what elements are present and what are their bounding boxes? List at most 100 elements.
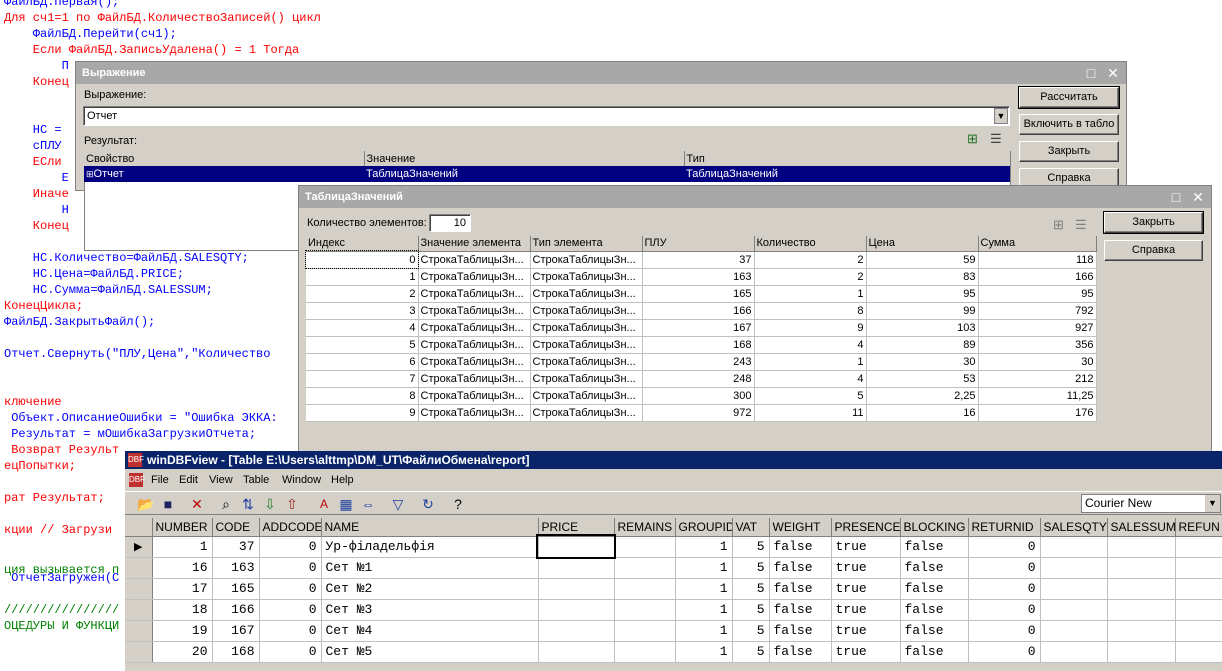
- table-cell[interactable]: [1175, 557, 1222, 579]
- table-cell[interactable]: 166: [212, 599, 260, 621]
- table-cell[interactable]: false: [900, 536, 969, 558]
- menu-help[interactable]: Help: [331, 471, 354, 489]
- table-cell[interactable]: 0: [968, 578, 1041, 600]
- close-icon[interactable]: ✕: [1106, 66, 1120, 80]
- column-header[interactable]: Количество: [754, 236, 867, 252]
- table-cell[interactable]: [1107, 578, 1176, 600]
- table-cell[interactable]: false: [900, 557, 969, 579]
- table-cell[interactable]: 0: [968, 620, 1041, 642]
- table-cell[interactable]: [538, 578, 615, 600]
- table-cell[interactable]: Сет №3: [321, 599, 539, 621]
- close-icon[interactable]: ✕: [1191, 190, 1205, 204]
- table-cell[interactable]: [538, 620, 615, 642]
- column-header[interactable]: SALESSUM: [1107, 518, 1176, 537]
- menu-edit[interactable]: Edit: [179, 471, 198, 489]
- table-cell[interactable]: [536, 534, 616, 559]
- table-cell[interactable]: 0: [259, 578, 322, 600]
- column-header[interactable]: CODE: [212, 518, 260, 537]
- table-row[interactable]: ⊞Отчет ТаблицаЗначений ТаблицаЗначений: [84, 166, 1010, 182]
- table-cell[interactable]: 168: [212, 641, 260, 663]
- column-header[interactable]: PRICE: [538, 518, 615, 537]
- table-cell[interactable]: [1040, 536, 1108, 558]
- font-icon[interactable]: A: [315, 495, 333, 513]
- table-cell[interactable]: 1: [675, 536, 733, 558]
- table-cell[interactable]: 5: [732, 557, 770, 579]
- menu-view[interactable]: View: [209, 471, 233, 489]
- column-header[interactable]: VAT: [732, 518, 770, 537]
- table-cell[interactable]: true: [831, 557, 901, 579]
- table-row[interactable]: 6 СтрокаТаблицыЗн... СтрокаТаблицыЗн... 243…: [306, 353, 1097, 371]
- column-header[interactable]: REFUN: [1175, 518, 1222, 537]
- table-cell[interactable]: [1040, 578, 1108, 600]
- table-cell[interactable]: [1107, 599, 1176, 621]
- chevron-down-icon[interactable]: ▼: [994, 108, 1008, 124]
- table-cell[interactable]: [538, 557, 615, 579]
- row-indicator[interactable]: [125, 641, 153, 663]
- table-cell[interactable]: 19: [152, 620, 213, 642]
- sort-icon[interactable]: ⇅: [239, 495, 257, 513]
- table-row[interactable]: 9 СтрокаТаблицыЗн... СтрокаТаблицыЗн... 972…: [306, 404, 1097, 422]
- table-cell[interactable]: 0: [259, 557, 322, 579]
- column-header[interactable]: Сумма: [978, 236, 1097, 252]
- help-icon[interactable]: ?: [449, 495, 467, 513]
- table-row[interactable]: 18 166 0 Сет №3 1 5 false true false 0: [125, 599, 1222, 621]
- table-cell[interactable]: false: [900, 599, 969, 621]
- list-view-icon[interactable]: ☰: [990, 131, 1006, 147]
- table-cell[interactable]: [614, 620, 676, 642]
- column-header[interactable]: NAME: [321, 518, 539, 537]
- column-header[interactable]: Свойство: [84, 151, 365, 166]
- row-indicator[interactable]: [125, 557, 153, 579]
- table-row[interactable]: 1 СтрокаТаблицыЗн... СтрокаТаблицыЗн... 163…: [306, 268, 1097, 286]
- table-cell[interactable]: 163: [212, 557, 260, 579]
- table-cell[interactable]: true: [831, 641, 901, 663]
- column-header[interactable]: Тип элемента: [530, 236, 643, 252]
- maximize-icon[interactable]: □: [1084, 66, 1098, 80]
- column-header[interactable]: Значение элемента: [418, 236, 531, 252]
- add-to-watch-icon[interactable]: ⊞: [1053, 217, 1069, 233]
- document-icon[interactable]: DBF: [129, 473, 145, 487]
- table-cell[interactable]: 5: [732, 536, 770, 558]
- save-icon[interactable]: ■: [159, 495, 177, 513]
- table-cell[interactable]: false: [769, 641, 832, 663]
- table-cell[interactable]: [1107, 536, 1176, 558]
- find-icon[interactable]: ⌕: [217, 495, 235, 513]
- table-cell[interactable]: 1: [675, 578, 733, 600]
- table-cell[interactable]: [614, 536, 676, 558]
- table-cell[interactable]: 1: [675, 557, 733, 579]
- table-row[interactable]: 17 165 0 Сет №2 1 5 false true false 0: [125, 578, 1222, 600]
- table-cell[interactable]: [614, 557, 676, 579]
- table-cell[interactable]: [1107, 557, 1176, 579]
- table-cell[interactable]: 0: [259, 599, 322, 621]
- table-cell[interactable]: 0: [259, 620, 322, 642]
- table-cell[interactable]: [1040, 599, 1108, 621]
- chevron-down-icon[interactable]: ▼: [1205, 495, 1220, 512]
- table-cell[interactable]: [1107, 620, 1176, 642]
- table-cell[interactable]: 5: [732, 599, 770, 621]
- table-cell[interactable]: true: [831, 620, 901, 642]
- table-cell[interactable]: 0: [968, 599, 1041, 621]
- table-cell[interactable]: 1: [675, 641, 733, 663]
- table-row[interactable]: 8 СтрокаТаблицыЗн... СтрокаТаблицыЗн... 300…: [306, 387, 1097, 405]
- table-cell[interactable]: false: [769, 578, 832, 600]
- table-cell[interactable]: 17: [152, 578, 213, 600]
- table-cell[interactable]: 165: [212, 578, 260, 600]
- table-row[interactable]: 4 СтрокаТаблицыЗн... СтрокаТаблицыЗн... 167…: [306, 319, 1097, 337]
- table-cell[interactable]: [1040, 620, 1108, 642]
- table-cell[interactable]: [614, 599, 676, 621]
- table-cell[interactable]: false: [900, 641, 969, 663]
- list-view-icon[interactable]: ☰: [1075, 217, 1091, 233]
- table-cell[interactable]: [1107, 641, 1176, 663]
- table-row[interactable]: ▶ 1 37 0 Ур-філадельфія 1 5 false true false 0: [125, 534, 1222, 559]
- column-header[interactable]: NUMBER: [152, 518, 213, 537]
- column-header[interactable]: Значение: [364, 151, 685, 166]
- table-cell[interactable]: 5: [732, 620, 770, 642]
- table-cell[interactable]: 1: [675, 620, 733, 642]
- open-folder-icon[interactable]: 📂: [137, 495, 155, 513]
- row-indicator[interactable]: [125, 620, 153, 642]
- table-cell[interactable]: Сет №1: [321, 557, 539, 579]
- table-cell[interactable]: [614, 578, 676, 600]
- table-cell[interactable]: [1175, 536, 1222, 558]
- table-row[interactable]: 2 СтрокаТаблицыЗн... СтрокаТаблицыЗн... 165…: [306, 285, 1097, 303]
- table-cell[interactable]: 0: [968, 641, 1041, 663]
- table-cell[interactable]: 0: [968, 536, 1041, 558]
